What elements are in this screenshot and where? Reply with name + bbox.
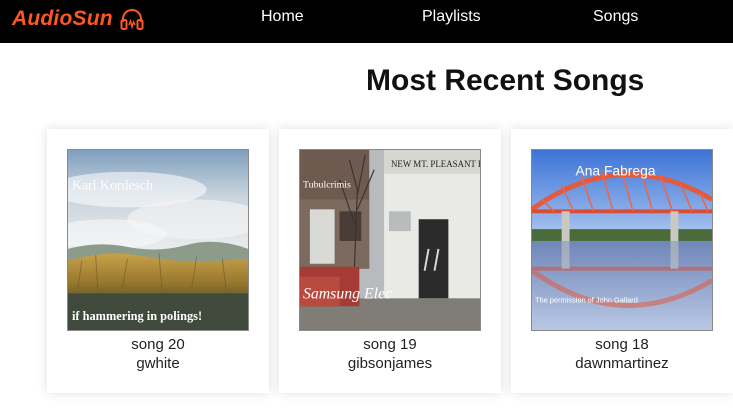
song-artist: dawnmartinez [575, 355, 669, 372]
cover-bottom-text: The permission of John Gallard [535, 295, 638, 304]
song-card[interactable]: Ana Fabrega The permission of John Galla… [511, 129, 733, 393]
song-cover-image: NEW MT. PLEASANT BAPTIST C Tubulcrimis S… [299, 149, 481, 331]
brand-logo-link[interactable]: AudioSun [12, 5, 145, 33]
top-navbar: AudioSun Home Playlists Songs [0, 0, 733, 43]
cover-top-text: Tubulcrimis [303, 180, 351, 191]
nav-songs[interactable]: Songs [593, 8, 638, 26]
cover-top-text: Ana Fabrega [576, 163, 656, 179]
song-title: song 18 [595, 336, 649, 353]
cover-top-text: Karl Kordesch [72, 178, 153, 193]
song-artist: gwhite [136, 355, 180, 372]
nav-playlists[interactable]: Playlists [422, 8, 481, 26]
song-cover-image: Karl Kordesch if hammering in polings! [67, 149, 249, 331]
page-title: Most Recent Songs [366, 64, 645, 97]
cover-bottom-text: Samsung Elec [303, 285, 392, 302]
cover-bottom-text: if hammering in polings! [72, 309, 202, 323]
brand-name: AudioSun [12, 7, 113, 30]
song-artist: gibsonjames [347, 355, 433, 372]
cover-sign-text: NEW MT. PLEASANT BAPTIST C [391, 159, 480, 169]
song-cover-image: Ana Fabrega The permission of John Galla… [531, 149, 713, 331]
song-card[interactable]: Karl Kordesch if hammering in polings! s… [47, 129, 269, 393]
song-card[interactable]: NEW MT. PLEASANT BAPTIST C Tubulcrimis S… [279, 129, 501, 393]
song-title: song 20 [131, 336, 185, 353]
nav-home[interactable]: Home [261, 8, 304, 26]
song-title: song 19 [363, 336, 417, 353]
headphones-icon [120, 9, 144, 30]
